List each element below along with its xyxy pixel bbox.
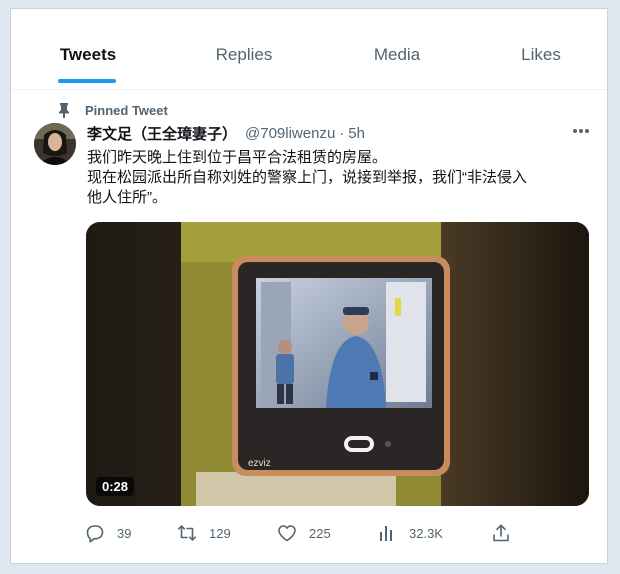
user-handle[interactable]: @709liwenzu [245, 125, 335, 142]
display-name[interactable]: 李文足（王全璋妻子） [87, 123, 237, 144]
tab-likes[interactable]: Likes [521, 45, 561, 65]
video-player[interactable]: ezviz 0:28 [86, 222, 589, 506]
view-count: 32.3K [409, 525, 443, 541]
retweet-button[interactable]: 129 [177, 519, 231, 547]
like-button[interactable]: 225 [277, 519, 331, 547]
profile-tabs: Tweets Replies Media Likes [11, 9, 607, 90]
active-tab-indicator [58, 79, 116, 83]
views-icon [380, 526, 392, 541]
timestamp[interactable]: 5h [348, 125, 365, 142]
reply-count: 39 [117, 525, 132, 541]
tweet-actions: 39 129 225 32.3K [11, 519, 607, 547]
like-count: 225 [309, 525, 331, 541]
tab-tweets[interactable]: Tweets [60, 45, 116, 65]
tweet-header: 李文足（王全璋妻子） @709liwenzu · 5h [87, 123, 365, 144]
video-duration: 0:28 [96, 477, 135, 496]
retweet-count: 129 [209, 525, 231, 541]
profile-tweets-panel: Tweets Replies Media Likes Pinned Tweet … [10, 8, 608, 564]
tweet-text-line: 他人住所”。 [87, 189, 167, 206]
pin-icon [59, 103, 69, 118]
tweet-text: 我们昨天晚上住到位于昌平合法租赁的房屋。 现在松园派出所自称刘姓的警察上门，说接… [87, 148, 597, 208]
avatar-image [34, 123, 76, 165]
reply-button[interactable]: 39 [85, 519, 131, 547]
header-separator: · [339, 125, 345, 142]
like-icon [278, 525, 296, 542]
reply-icon [86, 525, 104, 543]
pinned-tweet-label: Pinned Tweet [57, 101, 168, 119]
tweet-text-line: 现在松园派出所自称刘姓的警察上门，说接到举报，我们“非法侵入 [87, 169, 527, 186]
more-icon[interactable] [571, 123, 591, 139]
share-icon [493, 524, 509, 542]
device-brand: ezviz [248, 458, 271, 469]
share-button[interactable] [491, 519, 511, 547]
tweet-text-line: 我们昨天晚上住到位于昌平合法租赁的房屋。 [87, 149, 388, 166]
views-button[interactable]: 32.3K [377, 519, 443, 547]
tab-replies[interactable]: Replies [216, 45, 273, 65]
video-thumbnail: ezviz [86, 222, 589, 506]
tab-media[interactable]: Media [374, 45, 420, 65]
avatar[interactable] [34, 123, 76, 165]
retweet-icon [178, 525, 196, 541]
